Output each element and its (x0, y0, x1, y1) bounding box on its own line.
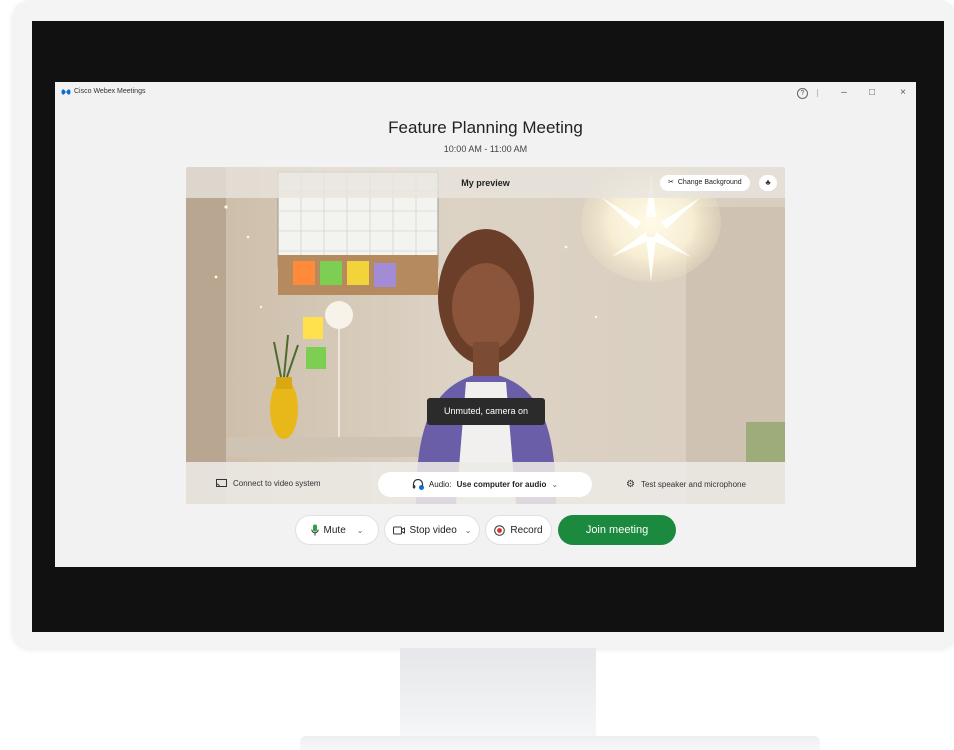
microphone-icon (310, 524, 319, 536)
cast-icon (216, 479, 227, 488)
minimize-icon[interactable]: – (837, 86, 851, 100)
app-window: Cisco Webex Meetings ? – □ × Feature Pla… (55, 82, 916, 567)
help-icon[interactable]: ? (797, 88, 808, 99)
mute-label: Mute (323, 524, 346, 536)
connect-label: Connect to video system (233, 479, 321, 488)
headset-icon (412, 479, 424, 490)
audio-prefix: Audio: (428, 480, 452, 489)
record-button[interactable]: Record (485, 515, 552, 545)
chevron-down-icon[interactable]: ⌄ (465, 526, 472, 535)
preview-footer: Connect to video system Audio: Use compu… (186, 462, 785, 504)
meeting-title: Feature Planning Meeting (388, 118, 583, 137)
change-background-button[interactable]: ✂ Change Background (660, 175, 750, 191)
mute-button[interactable]: Mute ⌄ (295, 515, 379, 545)
audio-selector[interactable]: Audio: Use computer for audio ⌄ (378, 472, 592, 497)
record-label: Record (510, 524, 543, 536)
background-options-button[interactable]: ♣ (759, 175, 777, 191)
monitor-stand (400, 648, 596, 750)
stop-video-button[interactable]: Stop video ⌄ (384, 515, 480, 545)
audio-value: Use computer for audio (456, 480, 547, 489)
status-tooltip: Unmuted, camera on (427, 398, 545, 425)
join-meeting-button[interactable]: Join meeting (558, 515, 676, 545)
title-bar-divider (817, 89, 818, 97)
monitor-stand-base (300, 736, 820, 750)
test-speaker-button[interactable]: ⚙ Test speaker and microphone (626, 479, 746, 490)
video-camera-icon (392, 526, 405, 534)
magic-wand-icon: ✂ (668, 179, 674, 186)
app-name: Cisco Webex Meetings (74, 88, 146, 95)
change-background-label: Change Background (677, 179, 742, 186)
join-meeting-label: Join meeting (585, 524, 649, 536)
meeting-time: 10:00 AM - 11:00 AM (443, 144, 528, 154)
video-preview: My preview ✂ Change Background ♣ Unmuted… (186, 167, 785, 504)
chevron-down-icon: ⌄ (551, 480, 559, 489)
test-speaker-label: Test speaker and microphone (640, 480, 746, 489)
maximize-icon[interactable]: □ (865, 86, 879, 100)
preview-image (186, 167, 785, 504)
chevron-down-icon[interactable]: ⌄ (357, 526, 364, 535)
webex-logo-icon (61, 89, 71, 95)
person-icon: ♣ (765, 178, 771, 187)
record-icon (494, 524, 506, 536)
stop-video-label: Stop video (409, 524, 457, 536)
connect-to-video-system-button[interactable]: Connect to video system (216, 479, 321, 488)
close-icon[interactable]: × (896, 86, 910, 100)
gear-icon: ⚙ (626, 479, 635, 490)
title-bar: Cisco Webex Meetings ? – □ × (55, 82, 916, 104)
